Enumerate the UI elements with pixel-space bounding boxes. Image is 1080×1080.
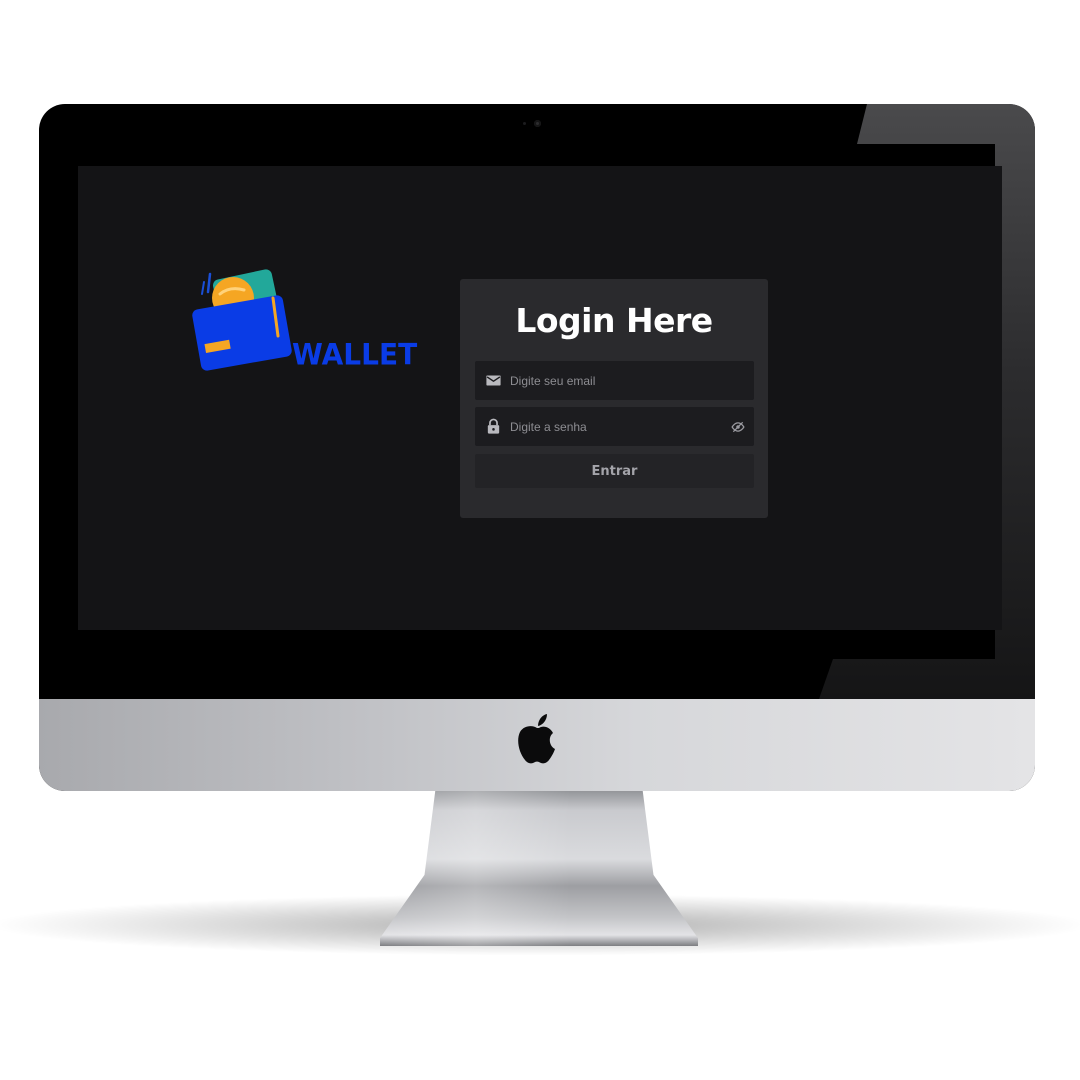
apple-logo-icon	[518, 714, 555, 764]
app-screen: WALLET Login Here Digite seu email Entra…	[78, 166, 1002, 630]
brand-name: WALLET	[292, 337, 418, 372]
login-card: Login Here Digite seu email Entrar	[460, 279, 768, 518]
monitor-frame: WALLET Login Here Digite seu email Entra…	[39, 104, 1035, 791]
submit-button[interactable]: Entrar	[475, 454, 754, 488]
email-field[interactable]	[475, 361, 754, 400]
monitor-chin	[39, 699, 1035, 791]
sensor-dot	[523, 122, 526, 125]
envelope-icon	[486, 375, 501, 386]
login-title: Login Here	[515, 301, 713, 340]
password-input[interactable]	[510, 407, 720, 446]
password-field[interactable]	[475, 407, 754, 446]
eye-slash-icon[interactable]	[731, 420, 745, 434]
monitor-stand-highlight	[380, 788, 698, 946]
lock-icon	[487, 418, 500, 434]
camera-icon	[534, 120, 541, 127]
email-input[interactable]	[510, 361, 720, 400]
